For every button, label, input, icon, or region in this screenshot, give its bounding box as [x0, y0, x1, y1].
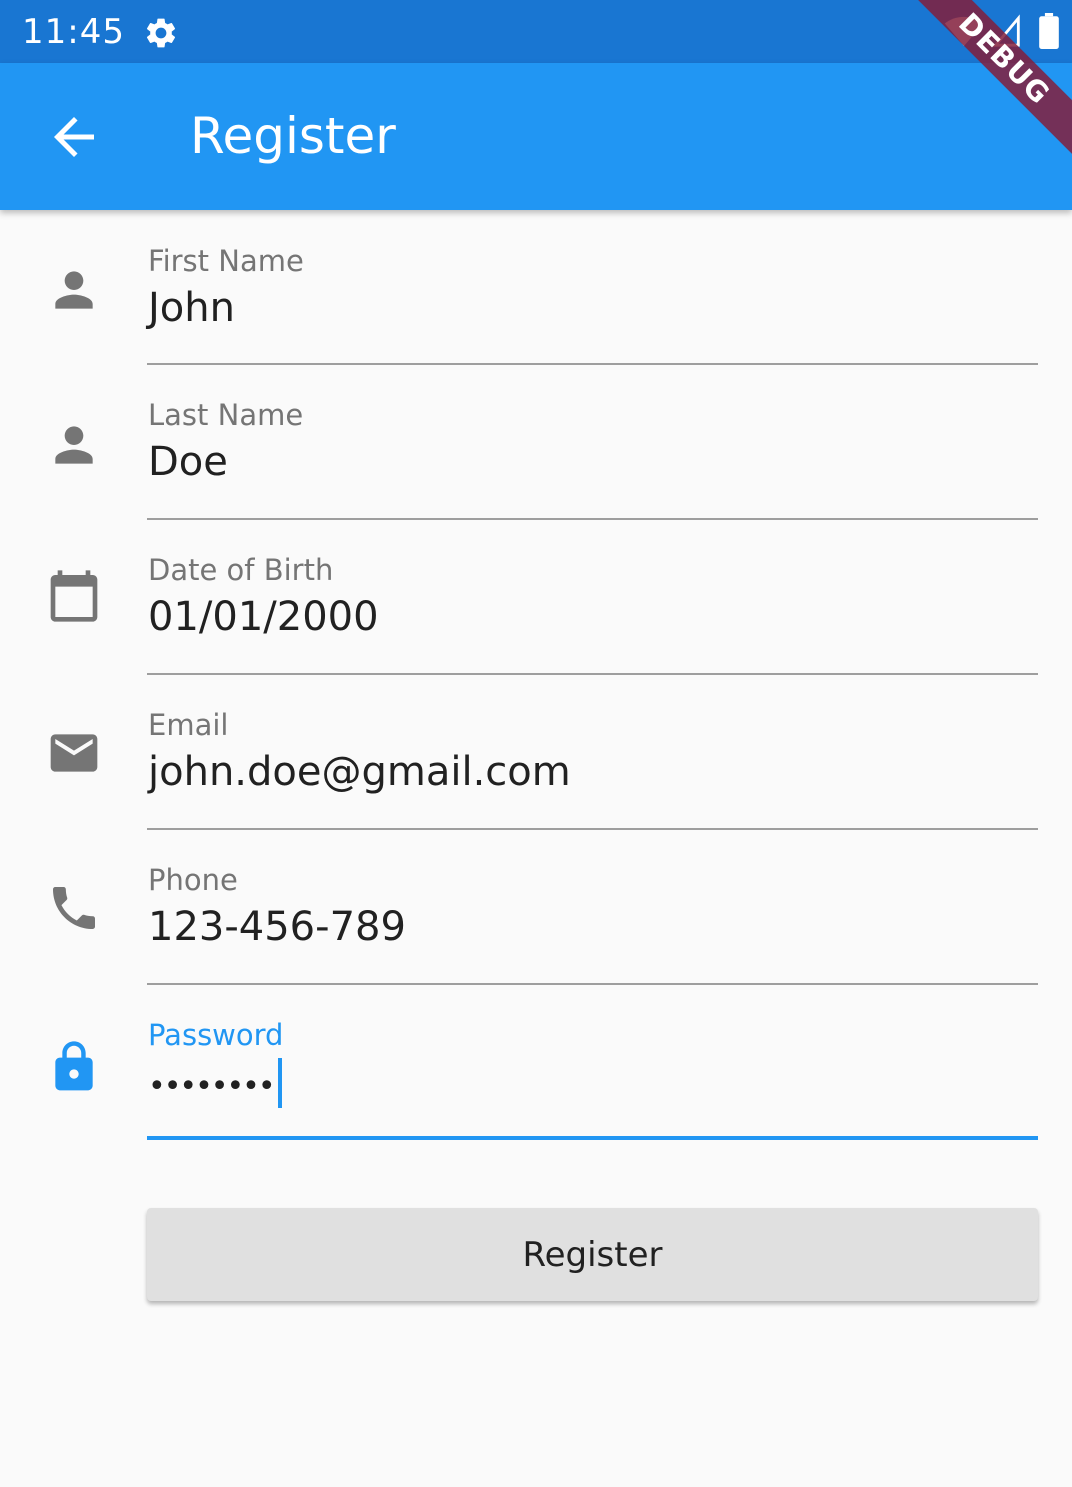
phone-input[interactable]: 123-456-789	[148, 902, 406, 952]
last-name-underline	[147, 518, 1038, 520]
back-arrow-icon[interactable]	[44, 107, 104, 167]
phone-underline	[147, 983, 1038, 985]
battery-icon	[1039, 13, 1059, 49]
date-of-birth-label: Date of Birth	[148, 553, 334, 587]
password-field[interactable]: Password ••••••••	[0, 1005, 1072, 1145]
email-input[interactable]: john.doe@gmail.com	[148, 747, 571, 797]
date-of-birth-underline	[147, 673, 1038, 675]
email-icon	[50, 734, 98, 772]
first-name-label: First Name	[148, 244, 304, 278]
email-label: Email	[148, 708, 229, 742]
person-icon	[55, 271, 93, 309]
password-label: Password	[148, 1018, 284, 1052]
status-bar: 11:45	[0, 0, 1072, 63]
cell-signal-icon	[992, 14, 1020, 47]
register-button[interactable]: Register	[147, 1208, 1038, 1301]
text-caret	[277, 1058, 282, 1108]
lock-icon	[55, 1041, 93, 1091]
person-icon	[55, 426, 93, 464]
phone-field[interactable]: Phone 123-456-789	[0, 850, 1072, 990]
app-bar: Register	[0, 63, 1072, 210]
email-underline	[147, 828, 1038, 830]
status-time: 11:45	[22, 12, 125, 52]
settings-gear-icon	[146, 18, 176, 48]
date-of-birth-input[interactable]: 01/01/2000	[148, 592, 379, 642]
calendar-icon	[50, 570, 98, 622]
last-name-field[interactable]: Last Name Doe	[0, 385, 1072, 525]
first-name-input[interactable]: John	[148, 283, 235, 333]
first-name-underline	[147, 363, 1038, 365]
page-title: Register	[190, 107, 396, 165]
last-name-label: Last Name	[148, 398, 304, 432]
first-name-field[interactable]: First Name John	[0, 230, 1072, 370]
last-name-input[interactable]: Doe	[148, 437, 228, 487]
date-of-birth-field[interactable]: Date of Birth 01/01/2000	[0, 540, 1072, 680]
password-input[interactable]: ••••••••	[148, 1058, 282, 1112]
wifi-icon	[944, 16, 984, 46]
password-underline	[147, 1136, 1038, 1140]
password-masked-value: ••••••••	[148, 1069, 276, 1104]
phone-icon	[53, 887, 95, 929]
email-field[interactable]: Email john.doe@gmail.com	[0, 695, 1072, 835]
phone-label: Phone	[148, 863, 238, 897]
